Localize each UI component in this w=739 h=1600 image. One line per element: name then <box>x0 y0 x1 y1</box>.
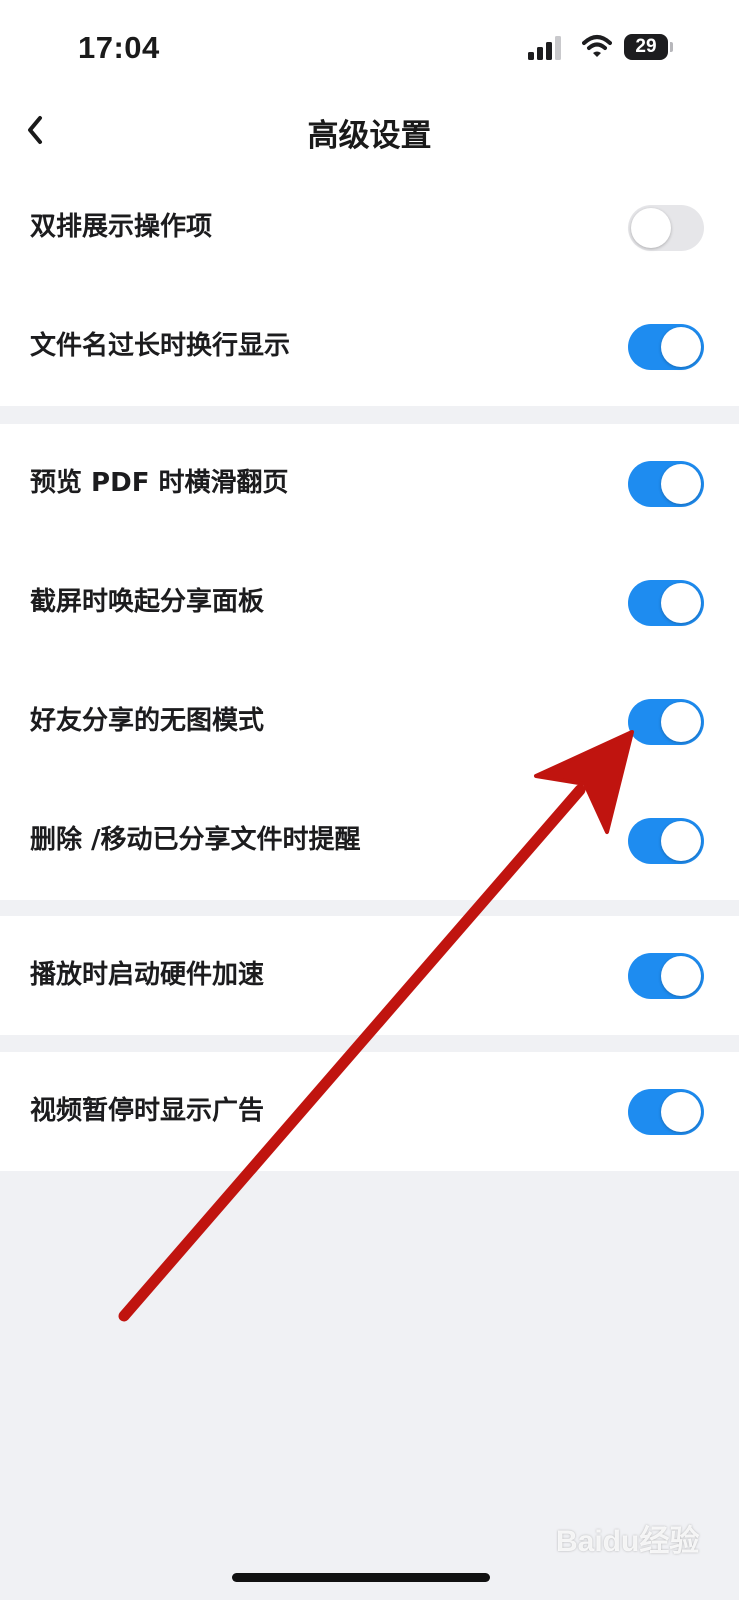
home-indicator[interactable] <box>232 1573 490 1582</box>
toggle-switch[interactable] <box>628 580 704 626</box>
page-title: 高级设置 <box>307 118 432 154</box>
setting-label: 删除 /移动已分享文件时提醒 <box>30 825 361 855</box>
setting-row[interactable]: 预览 PDF 时横滑翻页 <box>0 424 739 543</box>
setting-row[interactable]: 视频暂停时显示广告 <box>0 1052 739 1171</box>
setting-label: 文件名过长时换行显示 <box>30 331 291 361</box>
battery-cap <box>670 42 673 52</box>
setting-row[interactable]: 删除 /移动已分享文件时提醒 <box>0 781 739 900</box>
toggle-switch[interactable] <box>628 953 704 999</box>
setting-row[interactable]: 双排展示操作项 <box>0 168 739 287</box>
wifi-icon <box>582 35 612 57</box>
settings-group-4: 视频暂停时显示广告 <box>0 1052 739 1171</box>
watermark: Baidu经验 <box>556 1525 700 1558</box>
setting-label: 双排展示操作项 <box>30 212 213 242</box>
setting-row[interactable]: 文件名过长时换行显示 <box>0 287 739 406</box>
settings-group-3: 播放时启动硬件加速 <box>0 916 739 1035</box>
settings-group-1: 双排展示操作项 文件名过长时换行显示 <box>0 168 739 406</box>
setting-label: 视频暂停时显示广告 <box>30 1096 265 1126</box>
toggle-switch[interactable] <box>628 205 704 251</box>
toggle-knob <box>631 208 671 248</box>
toggle-knob <box>661 327 701 367</box>
toggle-switch[interactable] <box>628 699 704 745</box>
toggle-switch[interactable] <box>628 461 704 507</box>
signal-icon <box>528 36 561 60</box>
toggle-knob <box>661 956 701 996</box>
toggle-knob <box>661 583 701 623</box>
battery-icon: 29 <box>624 34 668 60</box>
toggle-knob <box>661 821 701 861</box>
toggle-switch[interactable] <box>628 1089 704 1135</box>
toggle-switch[interactable] <box>628 818 704 864</box>
setting-label: 截屏时唤起分享面板 <box>30 587 265 617</box>
setting-label: 播放时启动硬件加速 <box>30 960 265 990</box>
setting-row[interactable]: 截屏时唤起分享面板 <box>0 543 739 662</box>
toggle-switch[interactable] <box>628 324 704 370</box>
setting-row[interactable]: 好友分享的无图模式 <box>0 662 739 781</box>
settings-group-2: 预览 PDF 时横滑翻页 截屏时唤起分享面板 好友分享的无图模式 删除 /移动已… <box>0 424 739 900</box>
toggle-knob <box>661 464 701 504</box>
toggle-knob <box>661 702 701 742</box>
setting-label: 好友分享的无图模式 <box>30 706 265 736</box>
setting-label: 预览 PDF 时横滑翻页 <box>30 468 289 498</box>
status-time: 17:04 <box>78 30 160 65</box>
status-bar: 17:04 29 <box>0 0 739 96</box>
setting-row[interactable]: 播放时启动硬件加速 <box>0 916 739 1035</box>
battery-level: 29 <box>635 36 657 57</box>
toggle-knob <box>661 1092 701 1132</box>
